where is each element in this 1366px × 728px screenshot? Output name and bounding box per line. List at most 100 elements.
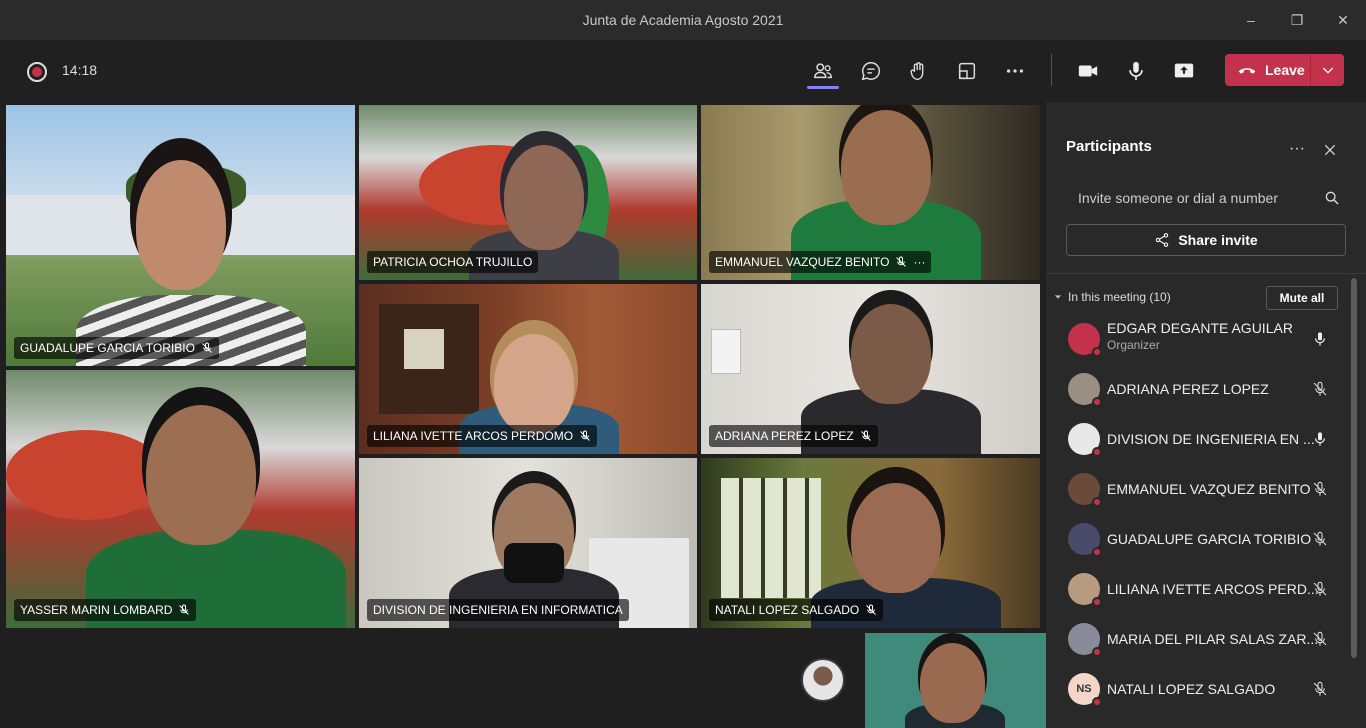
- tile-nameplate: GUADALUPE GARCIA TORIBIO: [14, 337, 219, 359]
- participant-row[interactable]: LILIANA IVETTE ARCOS PERD...: [1046, 564, 1356, 614]
- tile-nameplate: EMMANUEL VAZQUEZ BENITO ···: [709, 251, 932, 273]
- in-meeting-section-toggle[interactable]: In this meeting (10): [1054, 290, 1171, 304]
- participant-row[interactable]: ADRIANA PEREZ LOPEZ: [1046, 364, 1356, 414]
- raise-hand-button[interactable]: [903, 54, 935, 88]
- participant-name: EDGAR DEGANTE AGUILAR: [1107, 320, 1293, 336]
- leave-label: Leave: [1265, 62, 1305, 78]
- presence-status-badge: [1092, 447, 1102, 457]
- breakout-rooms-button[interactable]: [951, 54, 983, 88]
- invite-input[interactable]: [1066, 190, 1324, 206]
- participant-row[interactable]: NS NATALI LOPEZ SALGADO: [1046, 664, 1356, 714]
- video-tile[interactable]: LILIANA IVETTE ARCOS PERDOMO: [359, 284, 697, 454]
- mic-off-icon: [860, 430, 871, 441]
- video-tile[interactable]: NATALI LOPEZ SALGADO: [701, 458, 1040, 628]
- video-tile[interactable]: DIVISION DE INGENIERIA EN INFORMATICA: [359, 458, 697, 628]
- share-content-button[interactable]: [1168, 54, 1200, 88]
- video-tile[interactable]: EMMANUEL VAZQUEZ BENITO ···: [701, 105, 1040, 280]
- avatar: NS: [1068, 673, 1102, 707]
- participant-row[interactable]: EDGAR DEGANTE AGUILAR Organizer: [1046, 314, 1356, 364]
- video-camera-icon: [1078, 65, 1098, 77]
- window-controls: – ❐ ✕: [1228, 0, 1366, 40]
- close-panel-button[interactable]: [1320, 140, 1340, 160]
- participant-row[interactable]: GUADALUPE GARCIA TORIBIO: [1046, 514, 1356, 564]
- avatar-initials: NS: [1076, 683, 1092, 695]
- search-icon[interactable]: [1324, 190, 1340, 206]
- participants-panel: Participants ··· Share invite In this me…: [1046, 102, 1366, 728]
- participant-row[interactable]: DIVISION DE INGENIERIA EN ...: [1046, 414, 1356, 464]
- participant-name: MARIA DEL PILAR SALAS ZAR...: [1107, 631, 1319, 647]
- share-icon: [1156, 233, 1169, 247]
- participant-role: Organizer: [1107, 338, 1160, 352]
- panel-more-button[interactable]: ···: [1286, 140, 1308, 158]
- self-video: [920, 643, 985, 723]
- mic-off-icon: [179, 604, 190, 615]
- participant-video: [851, 483, 941, 593]
- avatar: [1068, 623, 1102, 657]
- chat-icon: [861, 62, 881, 81]
- microphone-icon[interactable]: [1310, 429, 1330, 449]
- microphone-icon[interactable]: [1310, 329, 1330, 349]
- tile-more-icon[interactable]: ···: [913, 255, 925, 269]
- panel-scrollbar[interactable]: [1351, 278, 1357, 658]
- panel-divider: [1046, 273, 1366, 274]
- share-invite-label: Share invite: [1178, 232, 1258, 248]
- participant-row[interactable]: EMMANUEL VAZQUEZ BENITO: [1046, 464, 1356, 514]
- participant-video: [136, 160, 226, 290]
- minimize-button[interactable]: –: [1228, 0, 1274, 40]
- people-icon: [814, 63, 832, 79]
- in-meeting-label: In this meeting (10): [1068, 290, 1171, 304]
- participant-name: DIVISION DE INGENIERIA EN ...: [1107, 431, 1315, 447]
- tile-nameplate: DIVISION DE INGENIERIA EN INFORMATICA: [367, 599, 629, 621]
- invite-search-box: [1066, 182, 1346, 214]
- mic-off-icon: [896, 256, 907, 267]
- mic-off-icon[interactable]: [1310, 379, 1330, 399]
- mute-all-button[interactable]: Mute all: [1266, 286, 1338, 310]
- camera-button[interactable]: [1072, 54, 1104, 88]
- participant-name: LILIANA IVETTE ARCOS PERD...: [1107, 581, 1319, 597]
- microphone-button[interactable]: [1120, 54, 1152, 88]
- presence-status-badge: [1092, 697, 1102, 707]
- video-tile[interactable]: GUADALUPE GARCIA TORIBIO: [6, 105, 355, 366]
- show-conversation-button[interactable]: [855, 54, 887, 88]
- share-invite-button[interactable]: Share invite: [1066, 224, 1346, 256]
- mic-off-icon[interactable]: [1310, 479, 1330, 499]
- participant-video: [146, 405, 256, 545]
- leave-options-button[interactable]: [1311, 54, 1344, 86]
- video-tile[interactable]: ADRIANA PEREZ LOPEZ: [701, 284, 1040, 454]
- avatar: [1068, 373, 1102, 407]
- video-tile[interactable]: YASSER MARIN LOMBARD: [6, 370, 355, 628]
- show-participants-button[interactable]: [807, 54, 839, 88]
- maximize-button[interactable]: ❐: [1274, 0, 1320, 40]
- share-screen-icon: [1174, 63, 1194, 78]
- presence-status-badge: [1092, 597, 1102, 607]
- leave-button[interactable]: Leave: [1225, 54, 1310, 86]
- active-tab-indicator: [807, 86, 839, 89]
- meeting-toolbar: 14:18 Leave: [0, 40, 1366, 102]
- more-actions-button[interactable]: [999, 54, 1031, 88]
- mic-off-icon[interactable]: [1310, 579, 1330, 599]
- tile-nameplate: YASSER MARIN LOMBARD: [14, 599, 197, 621]
- mic-off-icon[interactable]: [1310, 629, 1330, 649]
- video-tile[interactable]: PATRICIA OCHOA TRUJILLO: [359, 105, 697, 280]
- tile-nameplate: ADRIANA PEREZ LOPEZ: [709, 425, 878, 447]
- close-window-button[interactable]: ✕: [1320, 0, 1366, 40]
- mic-off-icon: [866, 604, 877, 615]
- participant-name: GUADALUPE GARCIA TORIBIO: [1107, 531, 1312, 547]
- meeting-timer: 14:18: [62, 62, 98, 78]
- mic-off-icon[interactable]: [1310, 679, 1330, 699]
- presence-status-badge: [1092, 647, 1102, 657]
- overflow-participant-avatar[interactable]: [801, 658, 845, 702]
- avatar: [1068, 523, 1102, 557]
- avatar: [1068, 573, 1102, 607]
- participant-row[interactable]: MARIA DEL PILAR SALAS ZAR...: [1046, 614, 1356, 664]
- microphone-icon: [1129, 61, 1143, 81]
- hand-icon: [910, 62, 924, 80]
- close-icon: [1324, 144, 1336, 156]
- window-title: Junta de Academia Agosto 2021: [582, 12, 784, 28]
- participant-name: ADRIANA PEREZ LOPEZ: [1107, 381, 1269, 397]
- presence-status-badge: [1092, 347, 1102, 357]
- caret-down-icon: [1054, 295, 1062, 299]
- self-view-tile[interactable]: [865, 633, 1046, 728]
- chevron-down-icon: [1322, 67, 1333, 74]
- mic-off-icon[interactable]: [1310, 529, 1330, 549]
